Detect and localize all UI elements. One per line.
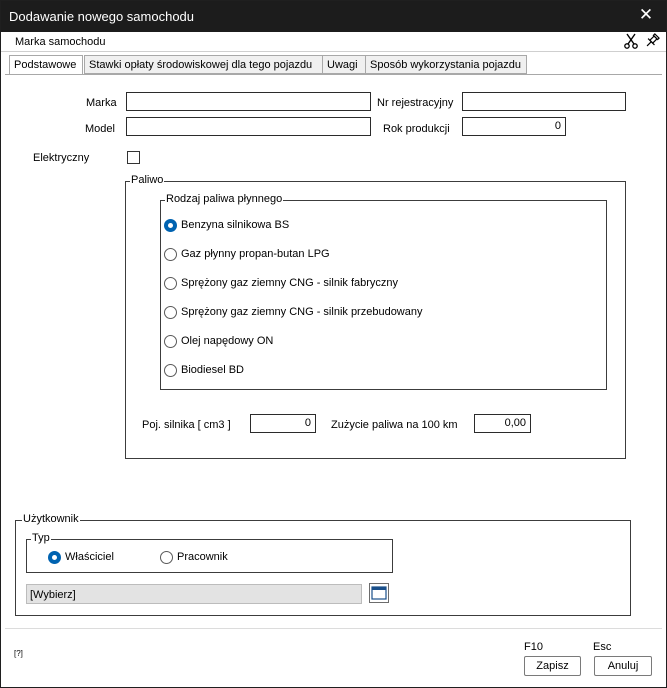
radio-label: Biodiesel BD [181, 364, 244, 376]
zuzycie-paliwa-label: Zużycie paliwa na 100 km [331, 419, 458, 431]
zuzycie-paliwa-input[interactable]: 0,00 [474, 414, 531, 433]
radio-button[interactable] [48, 551, 61, 564]
poj-silnika-label: Poj. silnika [ cm3 ] [142, 419, 231, 431]
subheader-label: Marka samochodu [15, 36, 106, 48]
marka-label: Marka [86, 97, 117, 109]
elektryczny-label: Elektryczny [33, 152, 90, 164]
title-bar[interactable]: Dodawanie nowego samochodu ✕ [1, 1, 666, 32]
rok-produkcji-input[interactable]: 0 [462, 117, 566, 136]
uzytkownik-group: Użytkownik Typ Właściciel Pracownik [Wyb… [15, 513, 631, 616]
paliwo-group: Paliwo Rodzaj paliwa płynnego Benzyna si… [125, 174, 626, 459]
tab-label: Sposób wykorzystania pojazdu [370, 59, 522, 71]
tab-podstawowe[interactable]: Podstawowe [9, 55, 83, 75]
radio-label: Właściciel [65, 551, 114, 563]
subheader-bar: Marka samochodu [1, 32, 666, 52]
poj-silnika-input[interactable]: 0 [250, 414, 316, 433]
cancel-hotkey: Esc [593, 641, 612, 653]
radio-label: Sprężony gaz ziemny CNG - silnik fabrycz… [181, 277, 399, 289]
help-hint[interactable]: [?] [14, 649, 23, 658]
radio-button[interactable] [164, 248, 177, 261]
radio-label: Gaz płynny propan-butan LPG [181, 248, 330, 260]
model-label: Model [85, 123, 115, 135]
radio-label: Sprężony gaz ziemny CNG - silnik przebud… [181, 306, 423, 318]
typ-legend: Typ [31, 532, 51, 544]
tab-label: Uwagi [327, 59, 358, 71]
radio-button[interactable] [164, 219, 177, 232]
elektryczny-checkbox[interactable] [127, 151, 140, 164]
paliwo-legend: Paliwo [130, 174, 165, 186]
typ-group: Typ Właściciel Pracownik [26, 532, 393, 573]
rok-produkcji-label: Rok produkcji [383, 123, 450, 135]
tab-uwagi[interactable]: Uwagi [322, 55, 366, 74]
radio-button[interactable] [160, 551, 173, 564]
save-button[interactable]: Zapisz [524, 656, 581, 676]
marka-input[interactable] [126, 92, 371, 111]
window-title: Dodawanie nowego samochodu [9, 9, 195, 24]
tab-sposob[interactable]: Sposób wykorzystania pojazdu [365, 55, 527, 74]
radio-button[interactable] [164, 364, 177, 377]
uzytkownik-legend: Użytkownik [22, 513, 80, 525]
tab-stawki[interactable]: Stawki opłaty środowiskowej dla tego poj… [84, 55, 327, 74]
save-hotkey: F10 [524, 641, 543, 653]
nr-rejestracyjny-label: Nr rejestracyjny [377, 97, 454, 109]
cancel-button[interactable]: Anuluj [594, 656, 652, 676]
window-picker-icon[interactable] [369, 583, 389, 603]
rodzaj-paliwa-legend: Rodzaj paliwa płynnego [165, 193, 284, 205]
tab-label: Stawki opłaty środowiskowej dla tego poj… [89, 59, 313, 71]
radio-button[interactable] [164, 306, 177, 319]
radio-label: Pracownik [177, 551, 228, 563]
scissors-icon[interactable] [623, 33, 639, 49]
uzytkownik-select[interactable]: [Wybierz] [26, 584, 362, 604]
radio-button[interactable] [164, 277, 177, 290]
dialog-window: Dodawanie nowego samochodu ✕ Marka samoc… [0, 0, 667, 688]
radio-label: Benzyna silnikowa BS [181, 219, 290, 231]
radio-label: Olej napędowy ON [181, 335, 274, 347]
pin-icon[interactable] [644, 33, 660, 49]
tab-label: Podstawowe [14, 59, 77, 71]
model-input[interactable] [126, 117, 371, 136]
rodzaj-paliwa-group: Rodzaj paliwa płynnego Benzyna silnikowa… [160, 193, 607, 390]
radio-button[interactable] [164, 335, 177, 348]
close-icon[interactable]: ✕ [636, 5, 656, 25]
footer-separator [5, 628, 662, 629]
nr-rejestracyjny-input[interactable] [462, 92, 626, 111]
